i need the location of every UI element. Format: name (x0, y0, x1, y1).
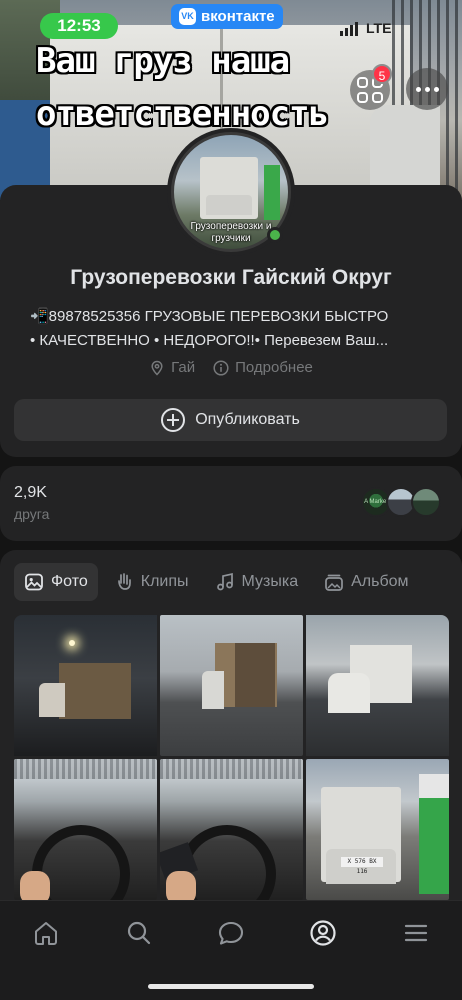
photo-white-gazelle[interactable] (306, 615, 449, 756)
signal-icon (340, 22, 358, 36)
vk-app-label: вконтакте (201, 8, 275, 25)
vk-app-badge[interactable]: VK вконтакте (171, 4, 283, 29)
profile-meta: Гай Подробнее (0, 359, 462, 376)
publish-button[interactable]: Опубликовать (14, 399, 447, 441)
friends-card[interactable]: 2,9K друга A Market (0, 466, 462, 541)
clips-icon (117, 573, 131, 590)
info-icon (213, 359, 229, 376)
friend-avatar (411, 487, 441, 517)
details-text: Подробнее (235, 359, 313, 376)
tab-albums[interactable]: Альбом (314, 563, 418, 601)
location-text: Гай (171, 359, 196, 376)
more-button[interactable] (406, 68, 448, 110)
location-pin-icon (151, 360, 163, 376)
tab-photos[interactable]: Фото (14, 563, 98, 601)
status-time[interactable]: 12:53 (40, 13, 118, 39)
album-icon (325, 574, 343, 591)
photo-grid: X 576 BX 116 (14, 615, 449, 900)
tab-label: Альбом (351, 573, 409, 590)
cover-title-line2: ответственность (36, 94, 329, 134)
profile-name: Грузоперевозки Гайский Округ (70, 266, 392, 289)
tab-music[interactable]: Музыка (205, 563, 309, 601)
photo-truck-open-doors[interactable] (160, 615, 303, 756)
vk-logo-icon: VK (179, 8, 196, 25)
tab-label: Музыка (241, 573, 299, 590)
media-tabs: Фото Клипы Музыка Альбом (14, 563, 419, 601)
location-link[interactable]: Гай (149, 359, 195, 376)
cover-title-line1: Ваш груз наша (36, 41, 290, 81)
messages-icon[interactable] (217, 919, 245, 947)
license-plate: X 576 BX 116 (341, 857, 383, 875)
home-icon[interactable] (32, 919, 60, 947)
photo-truck-night[interactable] (14, 615, 157, 756)
friends-count: 2,9K (14, 484, 47, 501)
profile-description-line1: 📲89878525356 ГРУЗОВЫЕ ПЕРЕВОЗКИ БЫСТРО (30, 308, 389, 325)
home-indicator[interactable] (148, 984, 314, 989)
photo-steering-wheel[interactable] (14, 759, 157, 900)
menu-icon[interactable] (402, 919, 430, 947)
cover-title: Ваш груз наша ответственность (36, 35, 329, 141)
network-type: LTE (366, 20, 392, 36)
online-status-dot (267, 227, 283, 243)
photo-driving-hands[interactable] (160, 759, 303, 900)
screen: Ваш груз наша ответственность 12:53 VK в… (0, 0, 462, 1000)
profile-icon[interactable] (309, 919, 337, 947)
tab-label: Клипы (140, 573, 189, 590)
profile-description-line2: • КАЧЕСТВЕННО • НЕДОРОГО!!• Перевезем Ва… (30, 332, 389, 349)
music-icon (216, 572, 233, 591)
notification-badge: 5 (372, 64, 392, 84)
search-icon[interactable] (125, 919, 153, 947)
more-horizontal-icon (415, 86, 421, 92)
plus-circle-icon (161, 408, 186, 432)
friends-label: друга (14, 506, 50, 522)
photo-gazelle-gas-station[interactable]: X 576 BX 116 (306, 759, 449, 900)
details-link[interactable]: Подробнее (213, 359, 313, 376)
publish-button-label: Опубликовать (195, 411, 300, 428)
tab-clips[interactable]: Клипы (104, 563, 199, 601)
friend-avatars[interactable]: A Market (361, 487, 441, 517)
photo-icon (25, 573, 43, 591)
tab-label: Фото (51, 573, 88, 590)
profile-description[interactable]: 📲89878525356 ГРУЗОВЫЕ ПЕРЕВОЗКИ БЫСТРО •… (30, 305, 440, 353)
